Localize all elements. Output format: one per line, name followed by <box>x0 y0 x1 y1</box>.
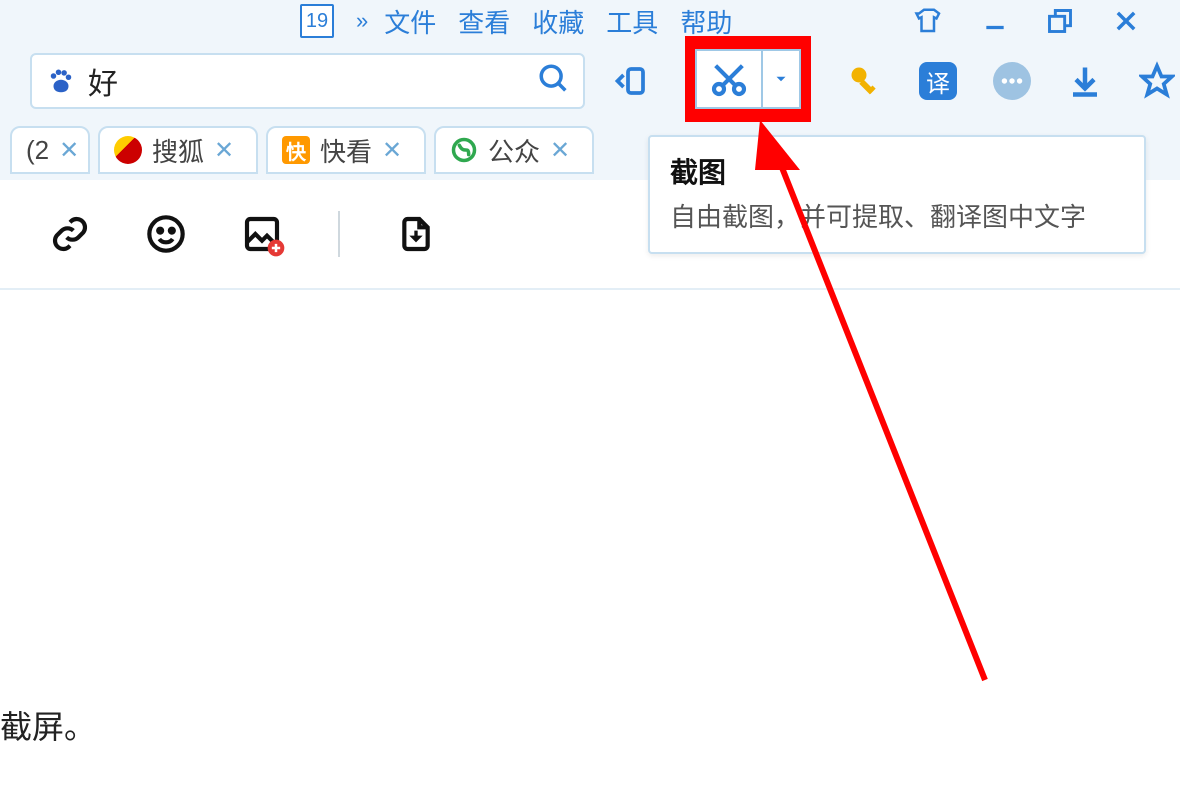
sohu-favicon-icon <box>114 136 142 164</box>
tab-close-icon[interactable]: ✕ <box>382 136 402 165</box>
chevrons-right-icon[interactable]: » <box>356 8 362 34</box>
tab-close-icon[interactable]: ✕ <box>59 136 79 165</box>
calendar-date-icon[interactable]: 19 <box>300 4 334 38</box>
tab-label: (2 <box>26 135 49 166</box>
screenshot-tooltip: 截图 自由截图，并可提取、翻译图中文字 <box>648 135 1146 254</box>
tooltip-title: 截图 <box>670 151 1124 191</box>
star-icon[interactable] <box>1139 63 1175 99</box>
tab-label: 公众 <box>488 132 540 169</box>
link-icon[interactable] <box>50 214 90 254</box>
menu-help[interactable]: 帮助 <box>680 3 732 40</box>
tab-close-icon[interactable]: ✕ <box>550 136 570 165</box>
menu-file[interactable]: 文件 <box>384 3 436 40</box>
page-content: 截屏。 <box>0 332 1180 800</box>
minimize-icon[interactable] <box>982 8 1008 34</box>
tab-close-icon[interactable]: ✕ <box>214 136 234 165</box>
toolbar-icons: 译 <box>613 40 1175 122</box>
search-input[interactable] <box>88 64 537 98</box>
wechat-favicon-icon <box>450 136 478 164</box>
tooltip-description: 自由截图，并可提取、翻译图中文字 <box>670 197 1124 234</box>
menu-tools[interactable]: 工具 <box>606 3 658 40</box>
tab-label: 搜狐 <box>152 132 204 169</box>
skin-icon[interactable] <box>914 6 944 36</box>
add-image-icon[interactable] <box>242 214 282 254</box>
download-icon[interactable] <box>1067 63 1103 99</box>
emoji-icon[interactable] <box>146 214 186 254</box>
more-icon[interactable] <box>993 62 1031 100</box>
menu-view[interactable]: 查看 <box>458 3 510 40</box>
content-text: 截屏。 <box>0 702 96 748</box>
translate-icon[interactable]: 译 <box>919 62 957 100</box>
menu-favorites[interactable]: 收藏 <box>532 3 584 40</box>
tab[interactable]: (2 ✕ <box>10 126 90 174</box>
kuaikan-favicon-icon: 快 <box>282 136 310 164</box>
menu-bar: 19 » 文件 查看 收藏 工具 帮助 <box>0 0 1180 42</box>
search-box[interactable] <box>30 53 585 109</box>
close-icon[interactable] <box>1112 7 1140 35</box>
sidebar-toggle-icon[interactable] <box>613 63 649 99</box>
key-icon[interactable] <box>847 63 883 99</box>
tab[interactable]: 搜狐 ✕ <box>98 126 258 174</box>
baidu-paw-icon <box>44 64 78 98</box>
screenshot-button[interactable] <box>697 51 763 107</box>
tab-label: 快看 <box>320 132 372 169</box>
tab[interactable]: 快 快看 ✕ <box>266 126 426 174</box>
export-file-icon[interactable] <box>396 214 436 254</box>
screenshot-dropdown-icon[interactable] <box>763 51 799 107</box>
search-icon[interactable] <box>537 62 571 101</box>
screenshot-button-highlight <box>685 36 811 122</box>
tab[interactable]: 公众 ✕ <box>434 126 594 174</box>
address-toolbar: 译 <box>0 42 1180 120</box>
divider <box>338 211 340 257</box>
restore-icon[interactable] <box>1046 7 1074 35</box>
